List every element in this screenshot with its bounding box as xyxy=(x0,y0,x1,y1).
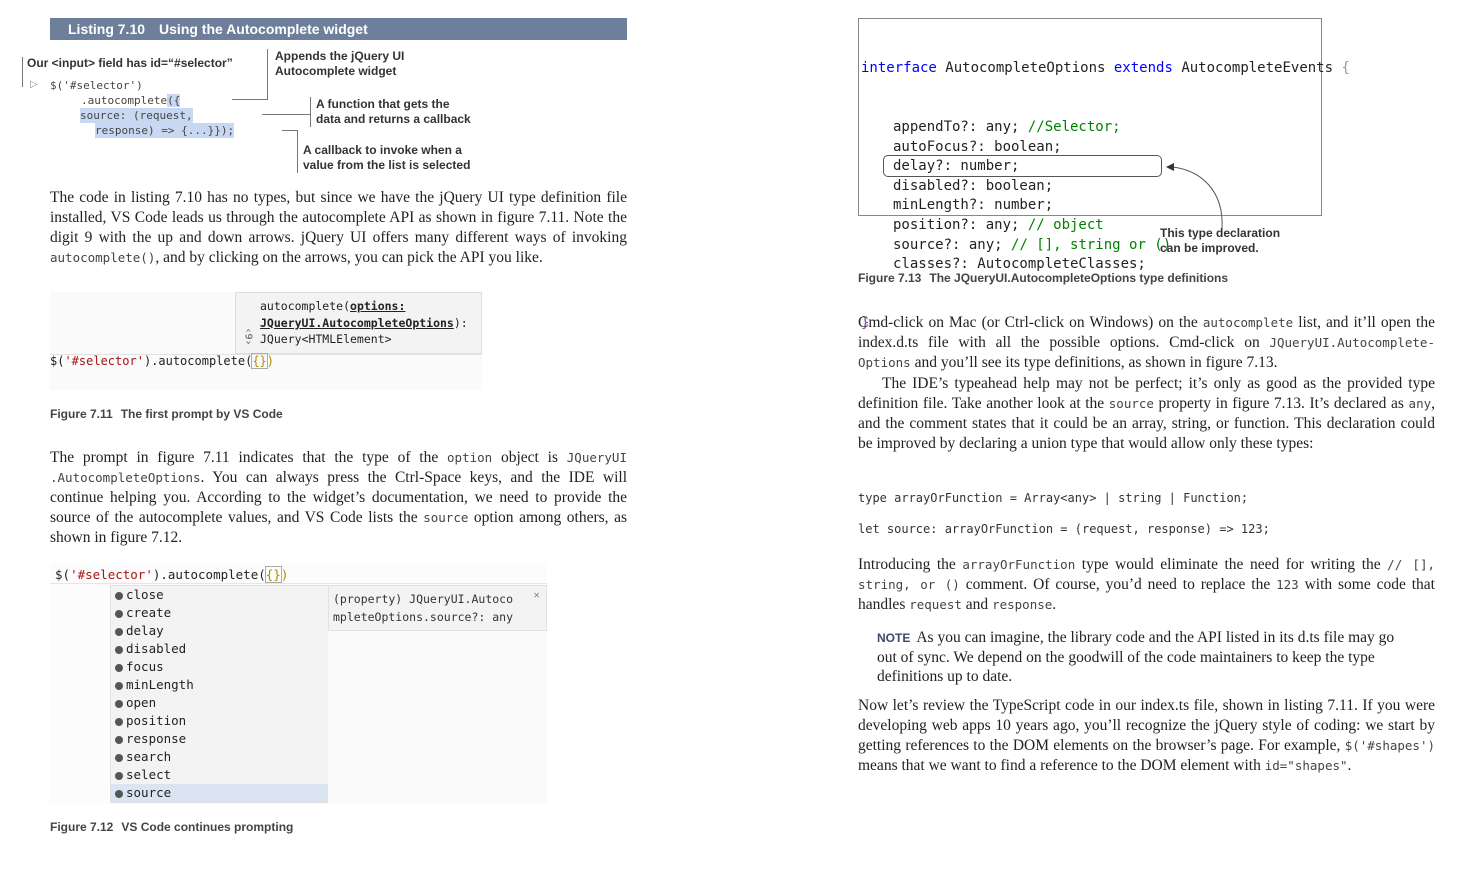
listing-code-line: source: (request, xyxy=(80,108,193,123)
autocomplete-item[interactable]: focus xyxy=(111,658,329,676)
annotation-line xyxy=(262,114,310,115)
listing-number: Listing 7.10 xyxy=(68,21,146,37)
annotation-function: A function that gets the data and return… xyxy=(316,97,471,126)
interface-property-line: appendTo?: any; //Selector; xyxy=(893,118,1121,135)
property-icon xyxy=(115,627,123,636)
callout-text: This type declaration can be improved. xyxy=(1160,226,1281,255)
annotation-callback: A callback to invoke when a value from t… xyxy=(303,143,471,172)
paragraph: The prompt in figure 7.11 indicates that… xyxy=(50,449,627,546)
property-icon xyxy=(115,591,123,600)
property-icon xyxy=(115,681,123,690)
autocomplete-item[interactable]: delay xyxy=(111,622,329,640)
paragraph: Introducing the arrayOrFunction type wou… xyxy=(858,556,1435,613)
property-icon xyxy=(115,645,123,654)
listing-code-line: $('#selector') xyxy=(50,79,143,92)
annotation-line xyxy=(282,130,298,131)
detail-popup: (property) JQueryUI.Autoco mpleteOptions… xyxy=(328,585,547,631)
annotation-input: Our <input> field has id=“#selector” xyxy=(27,56,233,70)
property-icon xyxy=(115,717,123,726)
annotation-line xyxy=(310,97,311,127)
signature-help-popup: autocomplete(options: JQueryUI.Autocompl… xyxy=(235,292,482,354)
property-icon xyxy=(115,789,123,798)
code-line: type arrayOrFunction = Array<any> | stri… xyxy=(858,491,1249,505)
autocomplete-item[interactable]: response xyxy=(111,730,329,748)
note-block: NOTE As you can imagine, the library code… xyxy=(877,629,1395,685)
autocomplete-item[interactable]: source xyxy=(111,784,329,802)
source-highlight-box xyxy=(883,155,1162,177)
listing-title: Using the Autocomplete widget xyxy=(159,21,368,37)
code-line: let source: arrayOrFunction = (request, … xyxy=(858,522,1270,536)
property-icon xyxy=(115,771,123,780)
figure-caption: Figure 7.11 The first prompt by VS Code xyxy=(50,407,283,421)
listing-header: Listing 7.10 Using the Autocomplete widge… xyxy=(50,18,627,40)
annotation-line xyxy=(232,99,268,100)
autocomplete-item[interactable]: select xyxy=(111,766,329,784)
detail-popup-body xyxy=(328,631,547,803)
figure-7-11: autocomplete(options: JQueryUI.Autocompl… xyxy=(50,292,482,390)
figure-7-13: interface AutocompleteOptions extends Au… xyxy=(858,18,1350,331)
autocomplete-item[interactable]: close xyxy=(111,586,329,604)
autocomplete-item[interactable]: minLength xyxy=(111,676,329,694)
autocomplete-item[interactable]: open xyxy=(111,694,329,712)
editor-line-divider xyxy=(50,583,547,584)
figure-caption: Figure 7.12 VS Code continues prompting xyxy=(50,820,294,834)
close-icon[interactable]: × xyxy=(533,588,540,603)
annotation-append: Appends the jQuery UI Autocomplete widge… xyxy=(275,49,405,78)
autocomplete-item[interactable]: search xyxy=(111,748,329,766)
editor-code-line[interactable]: $('#selector').autocomplete({}) xyxy=(50,353,274,369)
property-icon xyxy=(115,699,123,708)
autocomplete-item[interactable]: position xyxy=(111,712,329,730)
property-icon xyxy=(115,663,123,672)
annotation-bracket xyxy=(22,57,23,87)
autocomplete-item[interactable]: disabled xyxy=(111,640,329,658)
interface-property-line: disabled?: boolean; xyxy=(893,177,1054,194)
listing-code-line: .autocomplete({ xyxy=(81,94,181,107)
property-icon xyxy=(115,735,123,744)
paragraph: The IDE’s typeahead help may not be perf… xyxy=(858,375,1435,452)
callout-arrow xyxy=(1166,163,1223,229)
autocomplete-item[interactable]: create xyxy=(111,604,329,622)
figure-caption: Figure 7.13 The JQueryUI.AutocompleteOpti… xyxy=(858,271,1229,285)
autocomplete-list[interactable]: close create delay disabled focus minLength op… xyxy=(110,585,330,803)
property-icon xyxy=(115,753,123,762)
property-icon xyxy=(115,609,123,618)
annotation-line xyxy=(297,130,298,173)
overload-counter[interactable]: ‹9› xyxy=(243,327,254,345)
arrow-icon: ▷ xyxy=(30,79,38,90)
chevron-down-icon[interactable]: › xyxy=(243,340,254,346)
paragraph: The code in listing 7.10 has no types, b… xyxy=(50,189,627,266)
figure-7-12: $('#selector').autocomplete({}) close cre… xyxy=(50,563,547,804)
annotation-line xyxy=(267,49,268,99)
interface-property-line: minLength?: number; xyxy=(893,197,1054,214)
listing-code-line: response) => {...}}); xyxy=(95,123,235,138)
paragraph: Now let’s review the TypeScript code in … xyxy=(858,697,1435,774)
note-label: NOTE xyxy=(877,631,911,645)
paragraph: Cmd-click on Mac (or Ctrl-click on Windo… xyxy=(858,314,1435,371)
editor-code-line[interactable]: $('#selector').autocomplete({}) xyxy=(55,566,288,583)
